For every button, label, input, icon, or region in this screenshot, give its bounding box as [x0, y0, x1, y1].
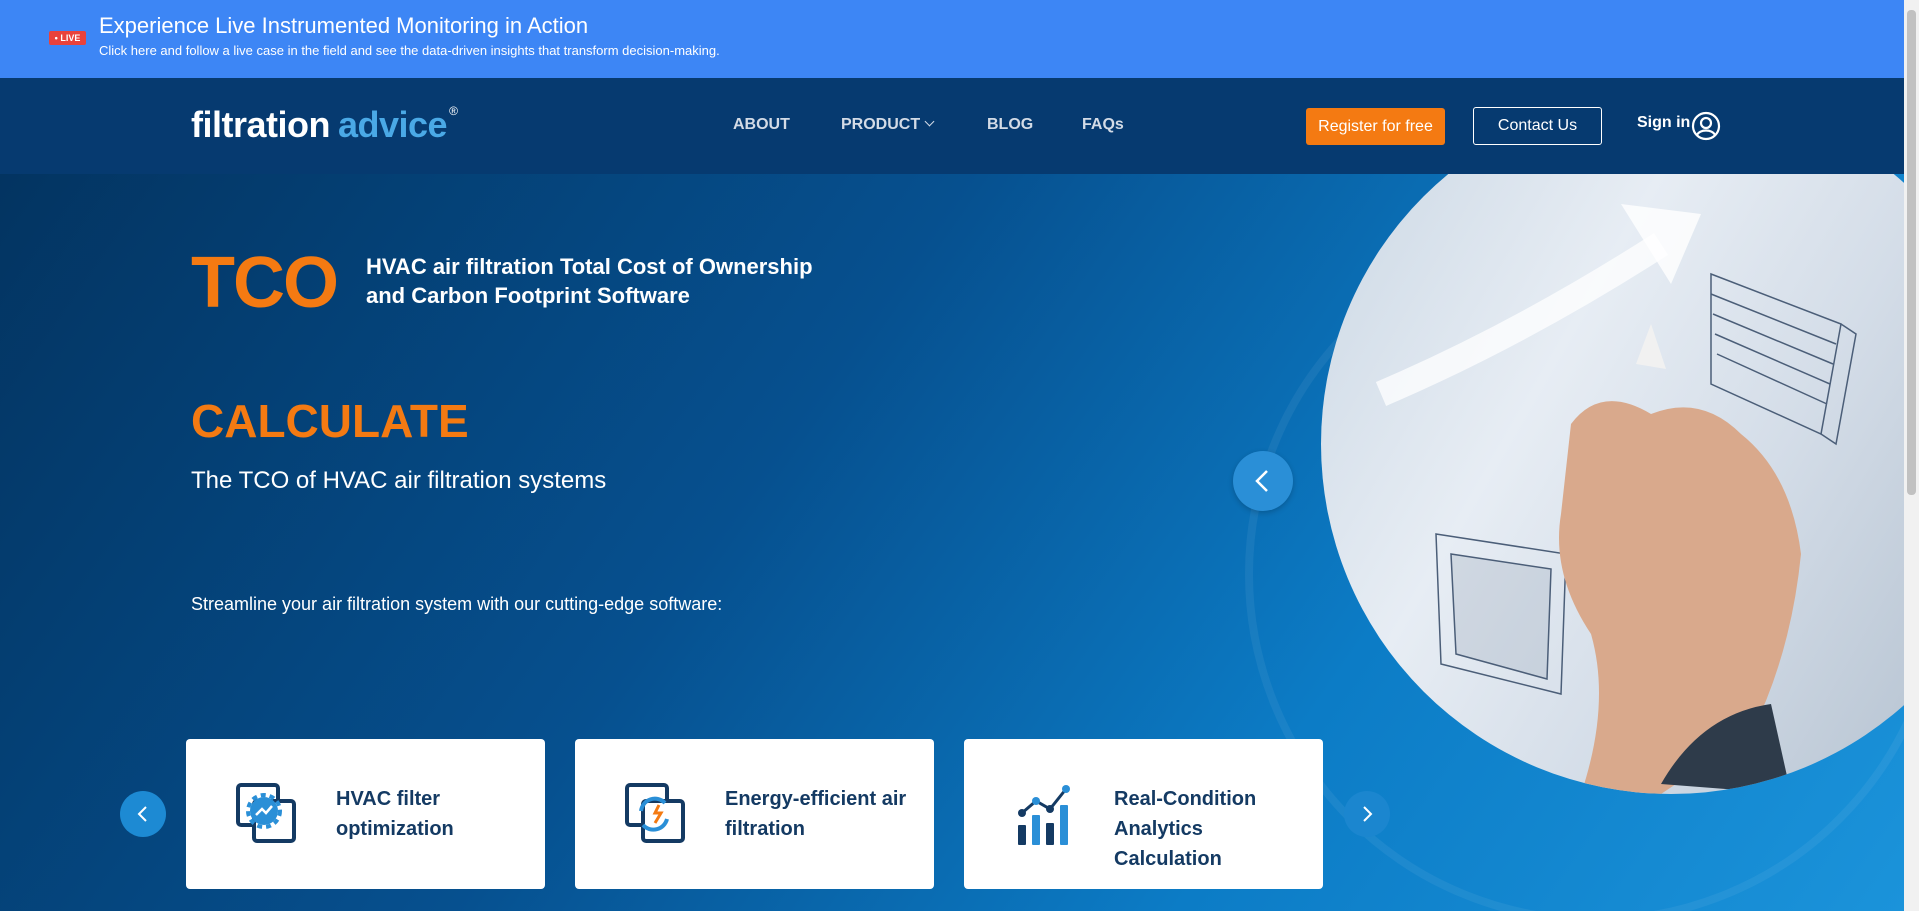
hero-headline: CALCULATE: [191, 395, 469, 447]
card-label: Energy-efficient air filtration: [725, 788, 907, 840]
banner-title[interactable]: Experience Live Instrumented Monitoring …: [99, 13, 588, 39]
card-label: Real-Condition Analytics Calculation: [1114, 788, 1257, 870]
nav-blog[interactable]: BLOG: [987, 116, 1033, 134]
filter-gear-icon: [236, 783, 296, 843]
tco-heading: TCO: [191, 243, 339, 323]
chevron-right-icon: [1363, 806, 1373, 822]
nav-about[interactable]: ABOUT: [733, 116, 790, 134]
signin-link[interactable]: Sign in: [1637, 114, 1690, 132]
analytics-chart-icon: [1018, 785, 1070, 845]
hero-prev-button[interactable]: [1233, 451, 1293, 511]
logo[interactable]: filtration advice ®: [191, 104, 458, 146]
hero-tagline: Streamline your air filtration system wi…: [191, 594, 723, 614]
scrollbar-thumb[interactable]: [1907, 10, 1916, 495]
live-badge: • LIVE: [49, 31, 86, 45]
feature-card-real-condition[interactable]: Real-Condition Analytics Calculation: [964, 739, 1323, 889]
user-icon[interactable]: [1691, 111, 1721, 141]
cards-prev-button[interactable]: [120, 791, 166, 837]
live-banner[interactable]: • LIVE Experience Live Instrumented Moni…: [0, 0, 1904, 78]
logo-registered-mark: ®: [449, 104, 458, 118]
logo-part-2: advice: [337, 104, 448, 145]
nav-product-label: PRODUCT: [841, 116, 921, 133]
energy-cycle-icon: [625, 783, 685, 843]
nav-faqs[interactable]: FAQs: [1082, 116, 1124, 134]
chevron-left-icon: [1255, 470, 1268, 492]
banner-subtitle[interactable]: Click here and follow a live case in the…: [99, 43, 720, 58]
contact-button[interactable]: Contact Us: [1473, 107, 1602, 145]
tco-subtitle: HVAC air filtration Total Cost of Owners…: [366, 254, 813, 308]
card-label: HVAC filter optimization: [336, 788, 454, 840]
logo-part-1: filtration: [191, 104, 330, 145]
chevron-down-icon: [924, 116, 935, 127]
nav-product[interactable]: PRODUCT: [841, 116, 935, 134]
feature-card-hvac-filter[interactable]: HVAC filter optimization: [186, 739, 545, 889]
hero-headline-sub: The TCO of HVAC air filtration systems: [191, 467, 607, 494]
register-button[interactable]: Register for free: [1306, 108, 1445, 145]
chevron-left-icon: [137, 806, 147, 822]
cards-next-button[interactable]: [1344, 791, 1390, 837]
feature-card-energy-efficient[interactable]: Energy-efficient air filtration: [575, 739, 934, 889]
